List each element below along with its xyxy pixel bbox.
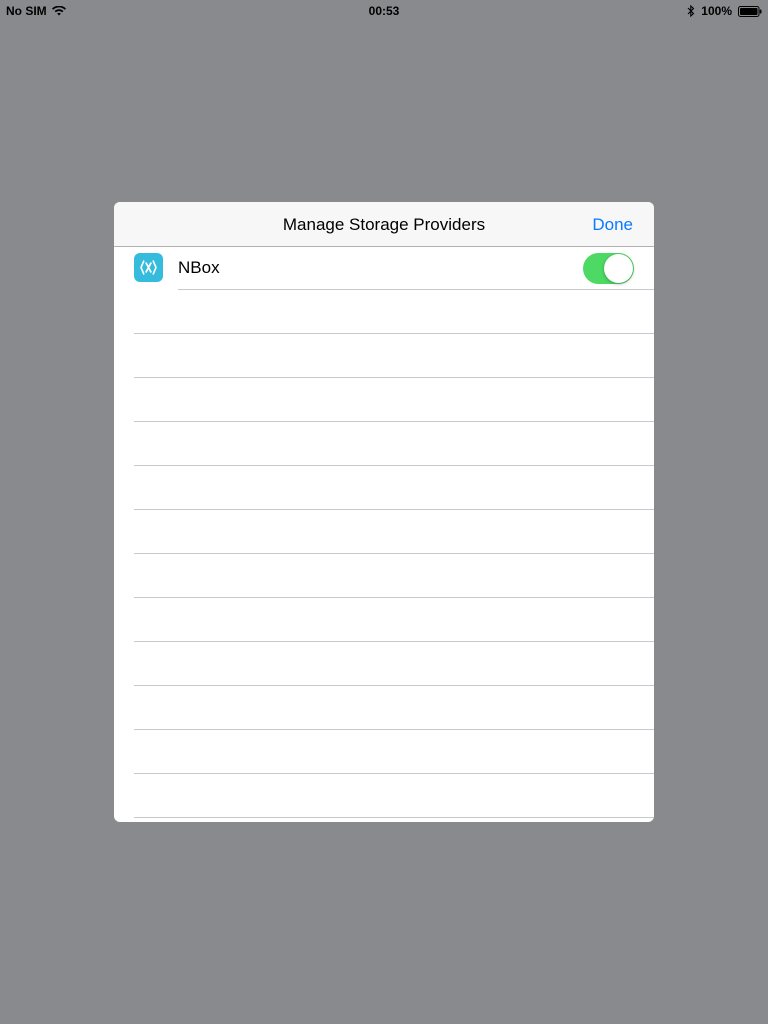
- empty-row: [114, 466, 654, 510]
- empty-row: [114, 422, 654, 466]
- empty-row: [114, 378, 654, 422]
- modal-title: Manage Storage Providers: [282, 215, 486, 234]
- modal-nav-bar: Manage Storage Providers Done: [114, 202, 654, 247]
- bluetooth-icon: [687, 5, 695, 17]
- toggle-knob: [604, 254, 633, 283]
- battery-percent: 100%: [701, 4, 732, 18]
- provider-name: NBox: [178, 258, 220, 277]
- empty-row: [114, 510, 654, 554]
- empty-row: [114, 598, 654, 642]
- empty-row: [114, 774, 654, 818]
- manage-storage-modal: Manage Storage Providers Done NBox: [114, 202, 654, 822]
- done-button[interactable]: Done: [592, 215, 633, 235]
- empty-row: [114, 642, 654, 686]
- empty-row: [114, 730, 654, 774]
- providers-table: NBox: [114, 247, 654, 818]
- status-time: 00:53: [368, 4, 400, 18]
- empty-row: [114, 554, 654, 598]
- provider-enabled-toggle[interactable]: [583, 253, 634, 284]
- empty-row: [114, 686, 654, 730]
- battery-icon: [738, 5, 762, 17]
- empty-row: [114, 334, 654, 378]
- xamarin-logo-icon: [134, 253, 163, 282]
- provider-row[interactable]: NBox: [114, 247, 654, 290]
- row-separator: [134, 817, 654, 818]
- status-bar: No SIM 00:53 100%: [0, 0, 768, 20]
- status-right: 100%: [687, 4, 762, 18]
- empty-row: [114, 290, 654, 334]
